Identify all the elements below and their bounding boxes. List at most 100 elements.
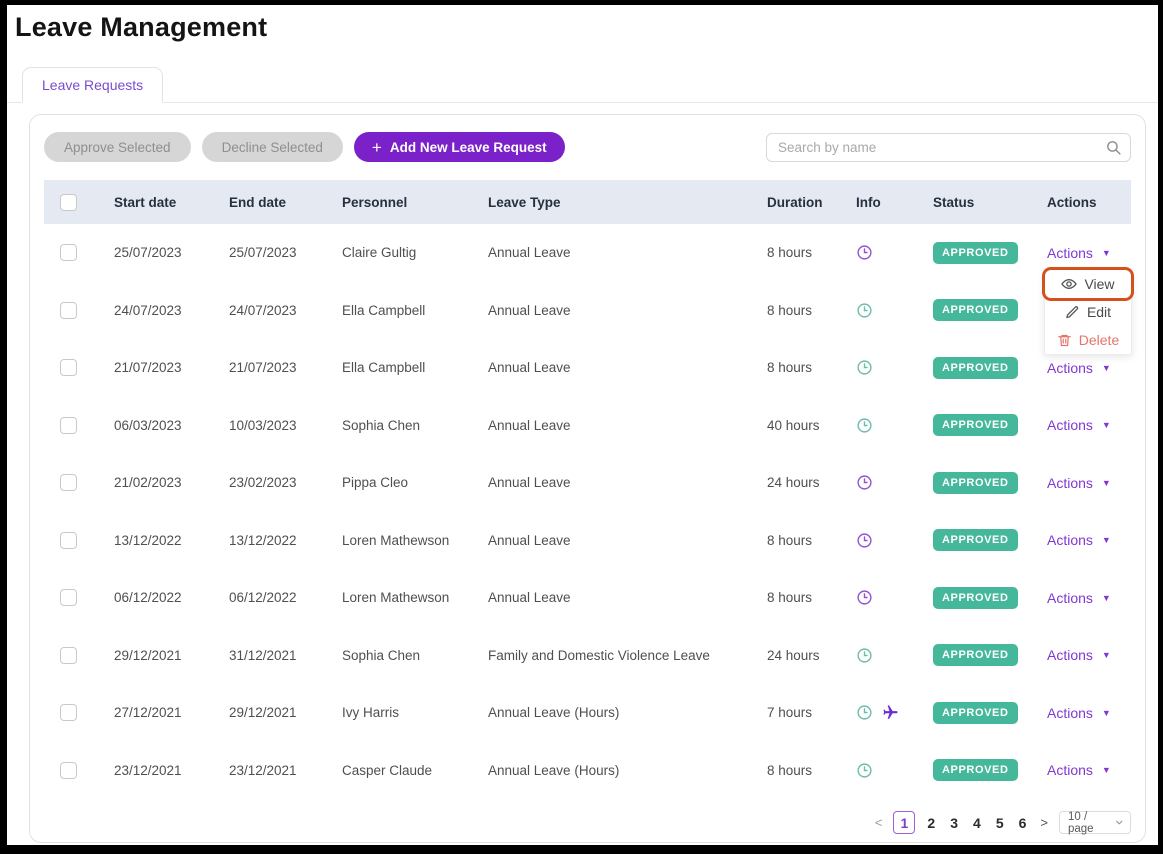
- leave-type-cell: Annual Leave: [488, 475, 767, 490]
- leave-type-cell: Annual Leave: [488, 418, 767, 433]
- row-checkbox[interactable]: [60, 704, 77, 721]
- menu-item-label: Delete: [1079, 332, 1119, 348]
- clock-icon: [856, 704, 873, 721]
- chevron-down-icon: ▼: [1102, 765, 1111, 775]
- leave-type-cell: Annual Leave: [488, 590, 767, 605]
- actions-button[interactable]: Actions ▼: [1047, 245, 1111, 261]
- header-status: Status: [933, 195, 1047, 210]
- start-date-cell: 23/12/2021: [114, 763, 229, 778]
- decline-selected-button[interactable]: Decline Selected: [202, 132, 343, 162]
- personnel-cell: Ivy Harris: [342, 705, 488, 720]
- duration-cell: 8 hours: [767, 360, 856, 375]
- eye-icon: [1061, 276, 1077, 292]
- prev-page-button[interactable]: <: [873, 815, 885, 830]
- page-button-3[interactable]: 3: [947, 815, 961, 831]
- actions-button[interactable]: Actions ▼: [1047, 475, 1111, 491]
- table-row: 24/07/2023 24/07/2023 Ella Campbell Annu…: [44, 282, 1131, 340]
- page-button-6[interactable]: 6: [1016, 815, 1030, 831]
- actions-label: Actions: [1047, 532, 1093, 548]
- actions-label: Actions: [1047, 360, 1093, 376]
- menu-item-delete[interactable]: Delete: [1045, 326, 1131, 354]
- search-input[interactable]: [766, 133, 1131, 162]
- clock-icon: [856, 647, 873, 664]
- row-checkbox[interactable]: [60, 474, 77, 491]
- add-new-leave-request-button[interactable]: + Add New Leave Request: [354, 132, 565, 162]
- chevron-down-icon: ▼: [1102, 248, 1111, 258]
- page-title: Leave Management: [15, 12, 1158, 43]
- duration-cell: 8 hours: [767, 590, 856, 605]
- chevron-down-icon: ▼: [1102, 593, 1111, 603]
- chevron-down-icon: ▼: [1102, 708, 1111, 718]
- status-badge: APPROVED: [933, 644, 1018, 666]
- duration-cell: 8 hours: [767, 763, 856, 778]
- row-checkbox[interactable]: [60, 762, 77, 779]
- leave-type-cell: Annual Leave: [488, 360, 767, 375]
- start-date-cell: 21/02/2023: [114, 475, 229, 490]
- personnel-cell: Sophia Chen: [342, 648, 488, 663]
- next-page-button[interactable]: >: [1038, 815, 1050, 830]
- actions-button[interactable]: Actions ▼: [1047, 590, 1111, 606]
- chevron-down-icon: ▼: [1102, 650, 1111, 660]
- menu-item-edit[interactable]: Edit: [1045, 298, 1131, 326]
- actions-button[interactable]: Actions ▼: [1047, 705, 1111, 721]
- personnel-cell: Casper Claude: [342, 763, 488, 778]
- table-row: 21/02/2023 23/02/2023 Pippa Cleo Annual …: [44, 454, 1131, 512]
- end-date-cell: 23/02/2023: [229, 475, 342, 490]
- end-date-cell: 06/12/2022: [229, 590, 342, 605]
- status-badge: APPROVED: [933, 529, 1018, 551]
- page-size-select[interactable]: 10 / page: [1059, 811, 1131, 834]
- tab-bar: Leave Requests: [7, 67, 1158, 103]
- end-date-cell: 10/03/2023: [229, 418, 342, 433]
- actions-button[interactable]: Actions ▼: [1047, 417, 1111, 433]
- search-icon: [1105, 139, 1122, 156]
- page-button-1[interactable]: 1: [893, 811, 915, 834]
- header-personnel: Personnel: [342, 195, 488, 210]
- row-checkbox[interactable]: [60, 244, 77, 261]
- row-checkbox[interactable]: [60, 532, 77, 549]
- end-date-cell: 21/07/2023: [229, 360, 342, 375]
- clock-icon: [856, 474, 873, 491]
- personnel-cell: Claire Gultig: [342, 245, 488, 260]
- actions-button[interactable]: Actions ▼: [1047, 647, 1111, 663]
- end-date-cell: 25/07/2023: [229, 245, 342, 260]
- status-badge: APPROVED: [933, 299, 1018, 321]
- start-date-cell: 25/07/2023: [114, 245, 229, 260]
- personnel-cell: Ella Campbell: [342, 360, 488, 375]
- row-checkbox[interactable]: [60, 417, 77, 434]
- start-date-cell: 27/12/2021: [114, 705, 229, 720]
- menu-item-label: View: [1084, 276, 1114, 292]
- actions-label: Actions: [1047, 245, 1093, 261]
- end-date-cell: 24/07/2023: [229, 303, 342, 318]
- page-button-2[interactable]: 2: [924, 815, 938, 831]
- row-checkbox[interactable]: [60, 589, 77, 606]
- start-date-cell: 24/07/2023: [114, 303, 229, 318]
- select-all-checkbox[interactable]: [60, 194, 77, 211]
- page-size-value: 10 / page: [1068, 811, 1114, 835]
- header-actions: Actions: [1047, 195, 1131, 210]
- header-duration: Duration: [767, 195, 856, 210]
- personnel-cell: Sophia Chen: [342, 418, 488, 433]
- clock-icon: [856, 532, 873, 549]
- start-date-cell: 21/07/2023: [114, 360, 229, 375]
- tab-leave-requests[interactable]: Leave Requests: [22, 67, 163, 103]
- actions-button[interactable]: Actions ▼: [1047, 360, 1111, 376]
- actions-label: Actions: [1047, 647, 1093, 663]
- page-button-4[interactable]: 4: [970, 815, 984, 831]
- actions-label: Actions: [1047, 475, 1093, 491]
- chevron-down-icon: ▼: [1102, 478, 1111, 488]
- start-date-cell: 06/12/2022: [114, 590, 229, 605]
- leave-requests-panel: Approve Selected Decline Selected + Add …: [29, 114, 1146, 843]
- clock-icon: [856, 762, 873, 779]
- actions-button[interactable]: Actions ▼: [1047, 762, 1111, 778]
- status-badge: APPROVED: [933, 587, 1018, 609]
- leave-type-cell: Annual Leave: [488, 245, 767, 260]
- row-checkbox[interactable]: [60, 359, 77, 376]
- row-checkbox[interactable]: [60, 302, 77, 319]
- page-button-5[interactable]: 5: [993, 815, 1007, 831]
- start-date-cell: 06/03/2023: [114, 418, 229, 433]
- row-checkbox[interactable]: [60, 647, 77, 664]
- actions-label: Actions: [1047, 762, 1093, 778]
- menu-item-view[interactable]: View: [1045, 270, 1131, 298]
- approve-selected-button[interactable]: Approve Selected: [44, 132, 191, 162]
- actions-button[interactable]: Actions ▼: [1047, 532, 1111, 548]
